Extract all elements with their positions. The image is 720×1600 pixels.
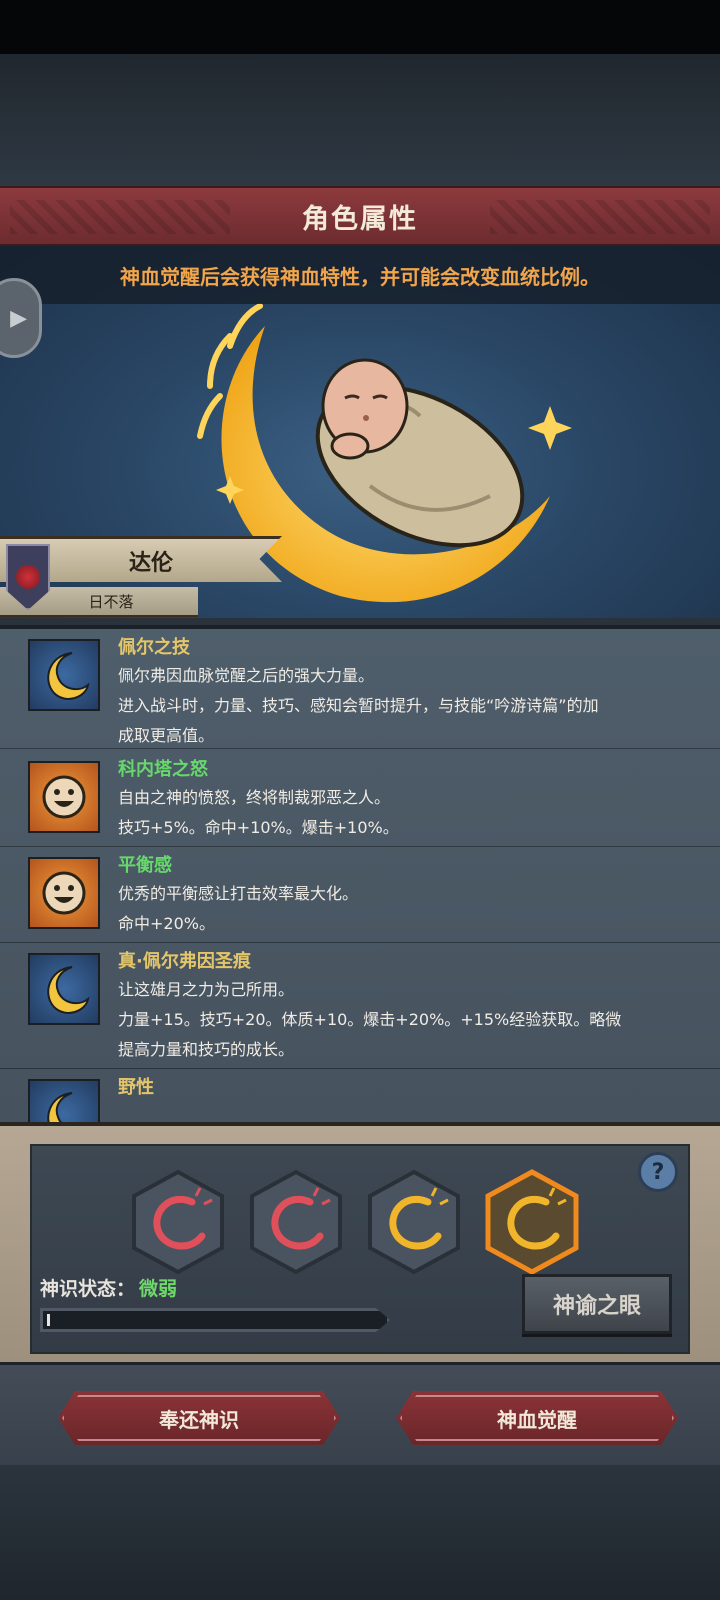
return-divine-label: 奉还神识 [159,1407,239,1432]
crescent-moon-icon [28,1079,100,1125]
character-name: 达伦 [128,550,173,576]
action-bar: 奉还神识 神血觉醒 [0,1362,720,1468]
trait-description: 命中+20%。 [118,914,215,933]
status-value: 微弱 [139,1278,178,1300]
trait-item[interactable]: 平衡感 优秀的平衡感让打击效率最大化。 命中+20%。 [0,849,720,943]
trait-item[interactable]: 真·佩尔弗因圣痕 让这雄月之力为己所用。 力量+15。技巧+20。体质+10。爆… [0,945,720,1069]
divine-slot-3[interactable] [366,1168,462,1276]
divine-slots-box: ? 神识状态： 微弱 神谕之眼 [30,1144,690,1354]
trait-description: 进入战斗时，力量、技巧、感知会暂时提升，与技能“吟游诗篇”的加 [118,696,599,715]
divine-status: 神识状态： 微弱 [40,1274,177,1301]
trait-body: 平衡感 优秀的平衡感让打击效率最大化。 命中+20%。 [118,853,688,939]
oracle-eye-label: 神谕之眼 [552,1294,641,1319]
awaken-blood-button[interactable]: 神血觉醒 [396,1391,678,1445]
divine-panel: ? 神识状态： 微弱 神谕之眼 [0,1122,720,1362]
return-divine-button[interactable]: 奉还神识 [58,1391,340,1445]
question-icon: ? [651,1159,665,1185]
play-arrow-icon: ▶ [10,305,27,331]
side-expand-button[interactable]: ▶ [0,278,42,358]
info-banner: 神血觉醒后会获得神血特性，并可能会改变血统比例。 [0,246,720,304]
smiling-sun-icon [28,761,100,833]
info-text: 神血觉醒后会获得神血特性，并可能会改变血统比例。 [120,264,600,289]
background-lower [0,1465,720,1600]
background-upper [0,54,720,186]
trait-description: 优秀的平衡感让打击效率最大化。 [118,884,359,903]
trait-name: 佩尔之技 [118,637,190,658]
status-bar-top [0,0,720,54]
trait-body: 科内塔之怒 自由之神的愤怒，终将制裁邪恶之人。 技巧+5%。命中+10%。爆击+… [118,757,688,843]
divine-progress-fill [47,1314,50,1326]
trait-item[interactable]: 佩尔之技 佩尔弗因血脉觉醒之后的强大力量。 进入战斗时，力量、技巧、感知会暂时提… [0,631,720,749]
trait-list[interactable]: 佩尔之技 佩尔弗因血脉觉醒之后的强大力量。 进入战斗时，力量、技巧、感知会暂时提… [0,625,720,1125]
help-button[interactable]: ? [638,1152,678,1192]
trait-description: 技巧+5%。命中+10%。爆击+10%。 [118,818,399,837]
trait-name: 真·佩尔弗因圣痕 [118,951,251,972]
trait-description: 成取更高值。 [118,726,215,745]
trait-description: 自由之神的愤怒，终将制裁邪恶之人。 [118,788,391,807]
divine-slot-2[interactable] [248,1168,344,1276]
divine-slot-4-selected[interactable] [484,1168,580,1276]
crest-emblem [16,565,40,589]
trait-body: 真·佩尔弗因圣痕 让这雄月之力为己所用。 力量+15。技巧+20。体质+10。爆… [118,949,688,1065]
divine-slot-1[interactable] [130,1168,226,1276]
trait-description: 让这雄月之力为己所用。 [118,980,295,999]
smiling-sun-icon [28,857,100,929]
trait-body: 野性 [118,1075,688,1101]
trait-name: 科内塔之怒 [118,759,208,780]
trait-description: 佩尔弗因血脉觉醒之后的强大力量。 [118,666,375,685]
status-label: 神识状态： [40,1278,136,1300]
crescent-moon-icon [28,639,100,711]
trait-body: 佩尔之技 佩尔弗因血脉觉醒之后的强大力量。 进入战斗时，力量、技巧、感知会暂时提… [118,635,688,751]
trait-item[interactable]: 科内塔之怒 自由之神的愤怒，终将制裁邪恶之人。 技巧+5%。命中+10%。爆击+… [0,753,720,847]
page-title: 角色属性 [302,203,418,235]
character-title: 日不落 [88,592,134,611]
oracle-eye-button[interactable]: 神谕之眼 [522,1274,672,1334]
crescent-moon-icon [28,953,100,1025]
title-banner: 角色属性 [0,186,720,246]
divine-progress-bar [40,1308,390,1332]
trait-description: 力量+15。技巧+20。体质+10。爆击+20%。+15%经验获取。略微 [118,1010,622,1029]
trait-name: 平衡感 [118,855,172,876]
trait-name: 野性 [118,1077,154,1098]
awaken-blood-label: 神血觉醒 [497,1407,577,1432]
trait-description: 提高力量和技巧的成长。 [118,1040,295,1059]
trait-item[interactable]: 野性 [0,1071,720,1125]
